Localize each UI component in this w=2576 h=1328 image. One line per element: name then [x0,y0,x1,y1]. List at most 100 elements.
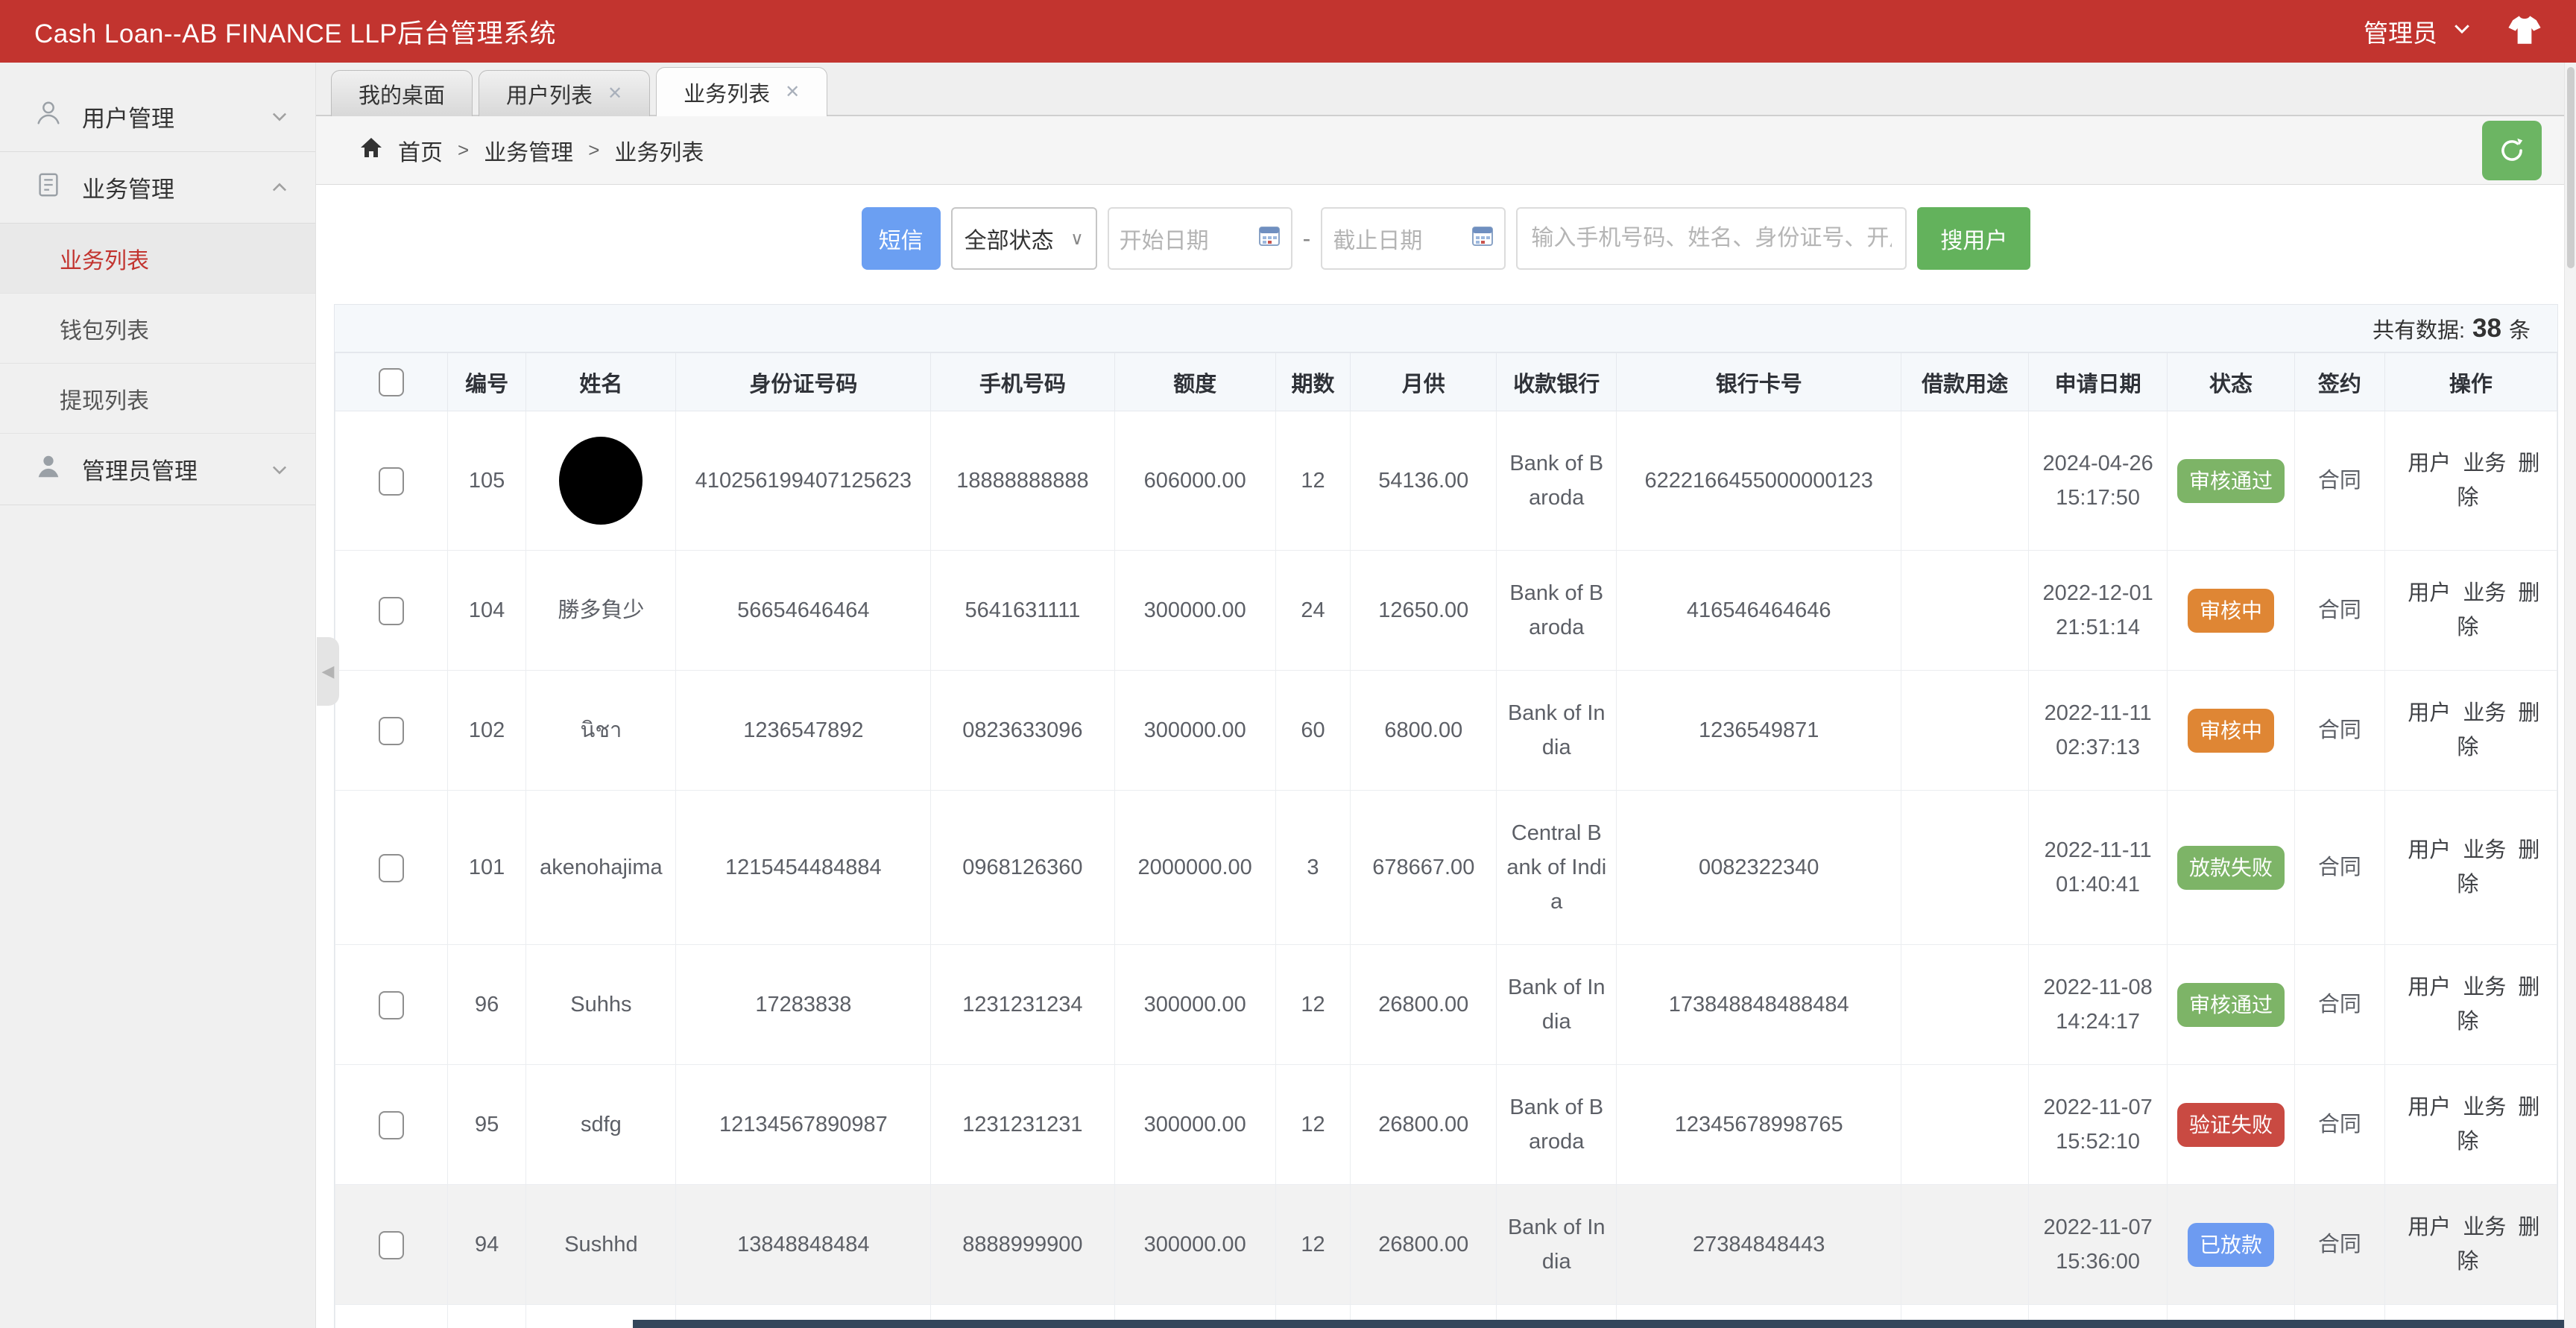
cell-periods: 3 [1275,791,1351,945]
table-row: 104 勝多負少 56654646464 5641631111 300000.0… [335,551,2557,671]
cell-bank-card: 1236549871 [1617,671,1901,791]
cell-monthly-payment: 12650.00 [1351,551,1497,671]
topbar-right: 管理员 [2364,13,2542,51]
breadcrumb-home[interactable]: 首页 [398,134,443,167]
cell-status: 审核通过 [2168,411,2295,551]
scrollbar-thumb[interactable] [2567,67,2575,268]
cell-phone: 18888888888 [931,411,1114,551]
start-date-input[interactable]: 开始日期 [1108,207,1292,270]
sms-button[interactable]: 短信 [862,207,941,270]
row-action-user[interactable]: 用户 [2408,701,2451,725]
tab-label: 用户列表 [506,78,593,110]
calendar-icon[interactable] [1258,224,1281,253]
contract-link[interactable]: 合同 [2295,791,2385,945]
row-checkbox[interactable] [379,1111,404,1139]
column-header: 手机号码 [931,353,1114,411]
user-search-input[interactable] [1516,207,1907,270]
end-date-input[interactable]: 截止日期 [1321,207,1506,270]
select-all-checkbox[interactable] [379,368,404,396]
row-action-user[interactable]: 用户 [2408,1095,2451,1119]
row-action-business[interactable]: 业务 [2463,1215,2506,1239]
status-filter-select[interactable]: 全部状态 ∨ [951,207,1097,270]
sidebar-item-withdraw-list[interactable]: 提现列表 [0,364,315,434]
contract-link[interactable]: 合同 [2295,551,2385,671]
cell-monthly-payment: 26800.00 [1351,945,1497,1065]
cell-status: 审核通过 [2168,945,2295,1065]
horizontal-scrollbar[interactable] [633,1320,2576,1328]
checkbox-cell [335,671,448,791]
column-header: 额度 [1114,353,1275,411]
row-action-user[interactable]: 用户 [2408,976,2451,999]
refresh-button[interactable] [2482,121,2542,180]
status-badge: 已放款 [2188,1223,2274,1267]
cell-bank: Bank of Baroda [1497,411,1617,551]
admin-user-menu[interactable]: 管理员 [2364,13,2473,49]
row-action-business[interactable]: 业务 [2463,1095,2506,1119]
contract-link[interactable]: 合同 [2295,671,2385,791]
sidebar-item-business-management[interactable]: 业务管理 [0,152,315,224]
row-action-business[interactable]: 业务 [2463,976,2506,999]
status-badge: 验证失败 [2177,1103,2285,1147]
total-data-count: 共有数据: 38 条 [335,305,2557,352]
cell-status: 已放款 [2168,1185,2295,1305]
contract-link[interactable]: 合同 [2295,1185,2385,1305]
contract-link[interactable]: 合同 [2295,945,2385,1065]
sidebar-item-wallet-list[interactable]: 钱包列表 [0,294,315,364]
cell-bank-card: 416546464646 [1617,551,1901,671]
row-checkbox[interactable] [379,597,404,625]
page-scrollbar[interactable] [2564,63,2576,1328]
cell-bank: Bank of India [1497,1185,1617,1305]
breadcrumb-business-management[interactable]: 业务管理 [484,134,573,167]
sidebar-item-label: 用户管理 [82,100,174,133]
contract-link[interactable]: 合同 [2295,1065,2385,1185]
column-header: 收款银行 [1497,353,1617,411]
cell-monthly-payment: 678667.00 [1351,791,1497,945]
row-action-business[interactable]: 业务 [2463,701,2506,725]
cell-status: 放款失败 [2168,791,2295,945]
row-action-user[interactable]: 用户 [2408,581,2451,605]
header-checkbox-cell [335,353,448,411]
cell-name: Sushhd [526,1185,676,1305]
search-user-button[interactable]: 搜用户 [1917,207,2030,270]
tab-business-list[interactable]: 业务列表 ✕ [656,67,827,116]
row-checkbox[interactable] [379,467,404,496]
theme-tshirt-icon[interactable] [2507,13,2542,51]
row-checkbox[interactable] [379,717,404,745]
row-checkbox[interactable] [379,991,404,1019]
tab-my-desktop[interactable]: 我的桌面 [331,70,473,116]
sidebar-item-business-list[interactable]: 业务列表 [0,224,315,294]
cell-id-card: 13848848484 [676,1185,931,1305]
cell-periods: 12 [1275,1185,1351,1305]
cell-phone: 1231231231 [931,1065,1114,1185]
row-action-user[interactable]: 用户 [2408,452,2451,475]
row-checkbox[interactable] [379,1231,404,1259]
cell-id-card: 410256199407125623 [676,411,931,551]
row-action-user[interactable]: 用户 [2408,1215,2451,1239]
tab-user-list[interactable]: 用户列表 ✕ [479,70,650,116]
row-checkbox[interactable] [379,854,404,882]
row-action-business[interactable]: 业务 [2463,581,2506,605]
sidebar-collapse-handle[interactable]: ◀ [317,637,339,706]
checkbox-cell [335,791,448,945]
cell-monthly-payment: 26800.00 [1351,1185,1497,1305]
close-icon[interactable]: ✕ [785,83,800,101]
row-action-user[interactable]: 用户 [2408,838,2451,862]
cell-periods: 12 [1275,945,1351,1065]
cell-phone: 0823633096 [931,671,1114,791]
table-body: 105 410256199407125623 18888888888 60600… [335,411,2557,1328]
calendar-icon[interactable] [1471,224,1494,253]
row-action-business[interactable]: 业务 [2463,838,2506,862]
breadcrumb-business-list: 业务列表 [614,134,704,167]
admin-user-label: 管理员 [2364,13,2437,49]
sidebar-item-user-management[interactable]: 用户管理 [0,80,315,152]
cell-name: Suhhs [526,945,676,1065]
row-action-business[interactable]: 业务 [2463,452,2506,475]
sidebar-item-admin-management[interactable]: 管理员管理 [0,434,315,505]
table-row: 105 410256199407125623 18888888888 60600… [335,411,2557,551]
table-row: 94 Sushhd 13848848484 8888999900 300000.… [335,1185,2557,1305]
column-header: 状态 [2168,353,2295,411]
close-icon[interactable]: ✕ [607,85,622,103]
status-badge: 审核中 [2188,709,2274,753]
contract-link[interactable]: 合同 [2295,411,2385,551]
admin-user-icon [34,452,63,487]
